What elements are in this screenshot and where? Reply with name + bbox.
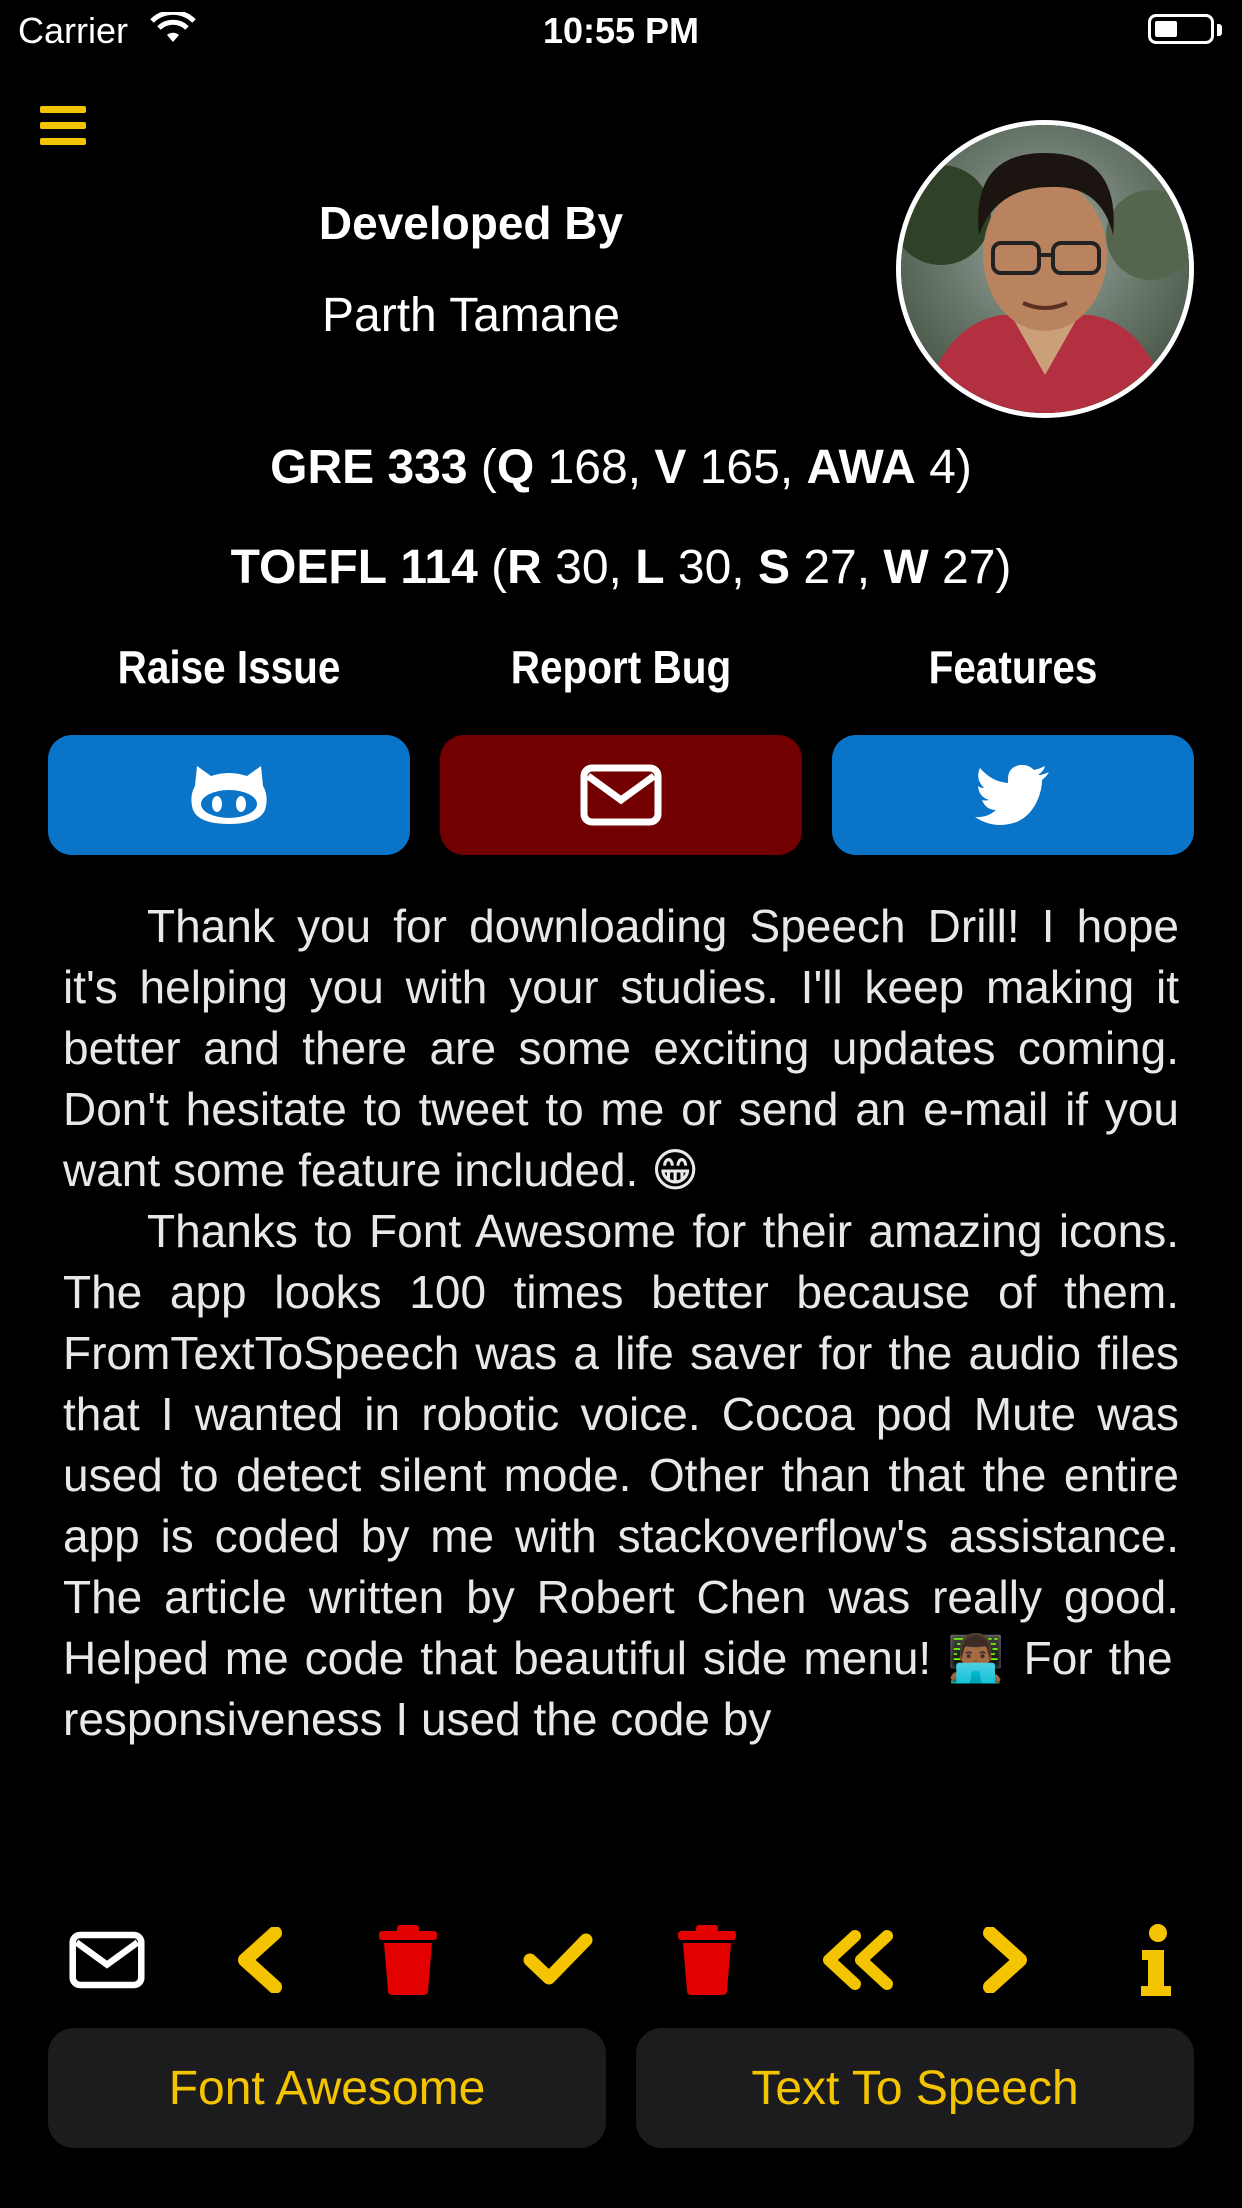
status-bar: Carrier 10:55 PM (0, 0, 1242, 60)
envelope-icon[interactable] (62, 1915, 152, 2005)
raise-issue-button[interactable] (48, 735, 410, 855)
twitter-icon (975, 764, 1049, 825)
trash-icon[interactable] (363, 1915, 453, 2005)
report-bug-button[interactable] (440, 735, 802, 855)
info-icon[interactable] (1111, 1915, 1201, 2005)
raise-issue-label: Raise Issue (117, 641, 341, 693)
thank-you-message: Thank you for downloading Speech Drill! … (63, 896, 1179, 1750)
developer-name: Parth Tamane (322, 289, 620, 342)
check-icon[interactable] (513, 1915, 603, 2005)
avatar (896, 120, 1194, 418)
gre-score: GRE 333 (Q 168, V 165, AWA 4) (270, 441, 972, 494)
chevron-left-icon[interactable] (214, 1915, 304, 2005)
double-chevron-left-icon[interactable] (812, 1915, 902, 2005)
developed-by-heading: Developed By (318, 197, 624, 249)
trash-icon[interactable] (662, 1915, 752, 2005)
features-button[interactable] (832, 735, 1194, 855)
features-label: Features (928, 641, 1098, 693)
hamburger-menu-icon[interactable] (40, 104, 88, 145)
github-icon (191, 766, 267, 824)
developer-photo (901, 125, 1189, 413)
font-awesome-button[interactable]: Font Awesome (48, 2028, 606, 2148)
text-to-speech-button[interactable]: Text To Speech (636, 2028, 1194, 2148)
text-clip (0, 1868, 1242, 1908)
message-paragraph-2: Thanks to Font Awesome for their amazing… (63, 1205, 1179, 1745)
status-time: 10:55 PM (542, 10, 700, 51)
chevron-right-icon[interactable] (961, 1915, 1051, 2005)
battery-tip (1217, 24, 1222, 36)
toefl-score: TOEFL 114 (R 30, L 30, S 27, W 27) (230, 541, 1012, 594)
battery-icon (1148, 14, 1214, 44)
envelope-icon (580, 764, 662, 826)
message-paragraph-1: Thank you for downloading Speech Drill! … (63, 900, 1179, 1196)
report-bug-label: Report Bug (510, 641, 732, 693)
